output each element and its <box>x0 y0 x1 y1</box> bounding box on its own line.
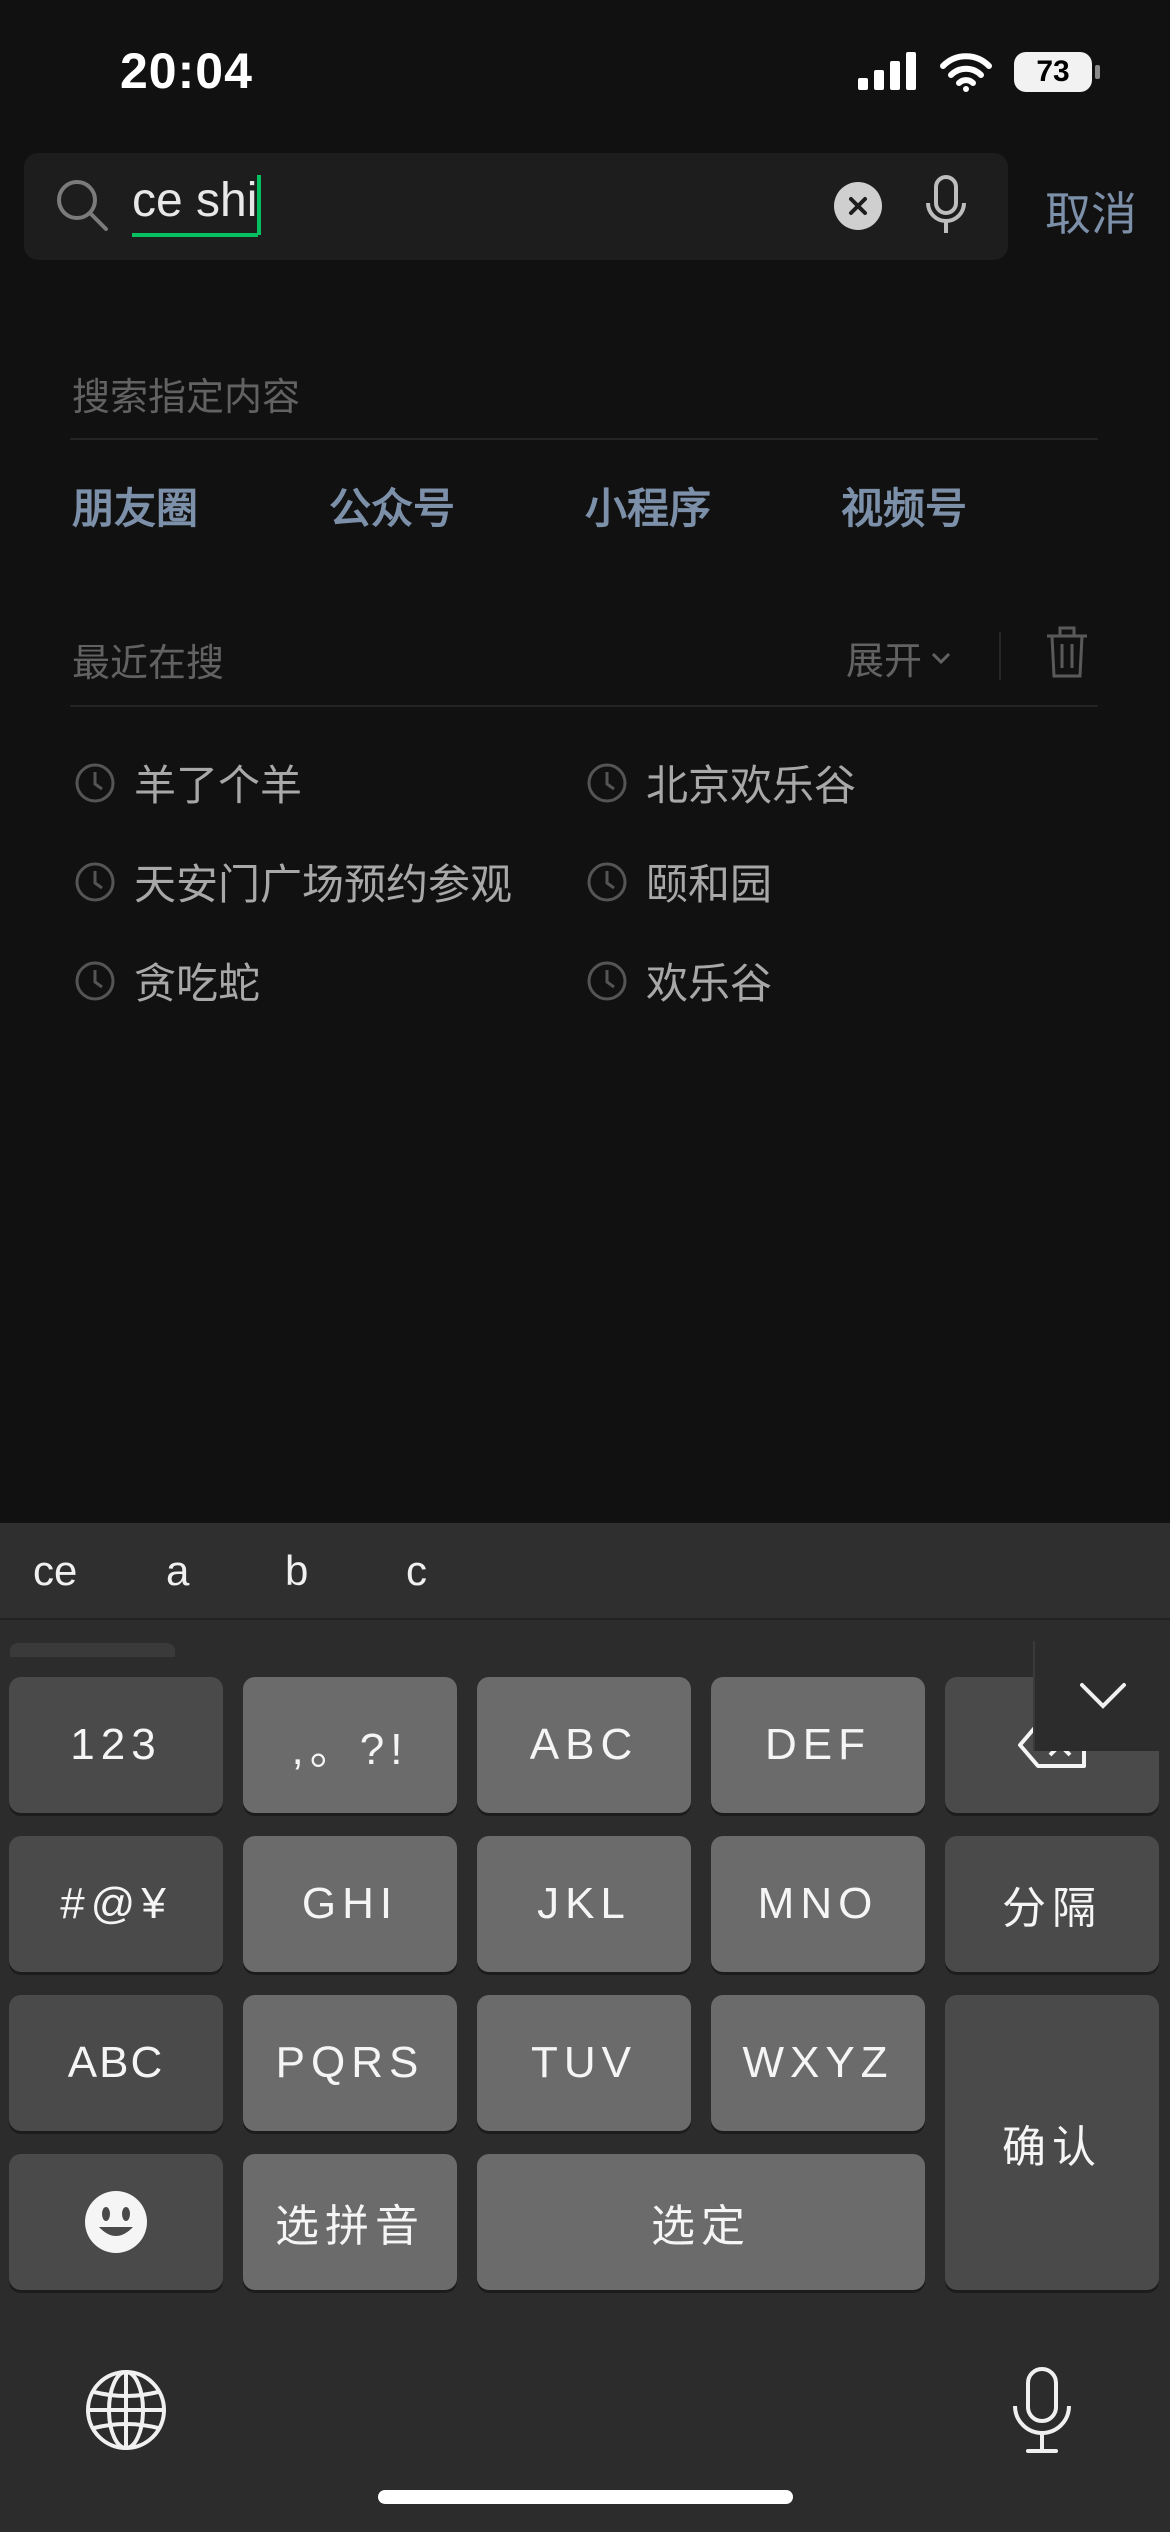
globe-icon[interactable] <box>84 2368 168 2452</box>
key-pqrs[interactable]: PQRS <box>243 1995 457 2131</box>
key-ghi[interactable]: GHI <box>243 1836 457 1972</box>
recent-item[interactable]: 羊了个羊 <box>74 752 302 813</box>
recent-item-label: 北京欢乐谷 <box>646 761 857 810</box>
expand-label: 展开 <box>846 639 923 683</box>
cellular-signal-icon <box>858 52 916 90</box>
recent-item-label: 欢乐谷 <box>646 959 773 1008</box>
category-mini-programs[interactable]: 小程序 <box>585 475 711 536</box>
clear-button[interactable] <box>834 182 882 230</box>
candidate-bar: ce a b c <box>0 1523 1170 1620</box>
key-abc[interactable]: ABC <box>477 1677 691 1813</box>
key-separator[interactable]: 分隔 <box>945 1836 1159 1972</box>
collapse-keyboard-button[interactable] <box>1033 1641 1170 1751</box>
clock-icon <box>587 961 627 1000</box>
recent-item[interactable]: 欢乐谷 <box>586 950 772 1011</box>
divider <box>70 705 1098 707</box>
key-select[interactable]: 选定 <box>477 2154 925 2290</box>
emoji-key[interactable] <box>9 2154 223 2290</box>
recent-item-label: 颐和园 <box>646 860 773 909</box>
candidate[interactable]: a <box>166 1547 189 1595</box>
cancel-button[interactable]: 取消 <box>1045 178 1137 244</box>
wifi-icon <box>940 53 992 92</box>
key-tuv[interactable]: TUV <box>477 1995 691 2131</box>
category-official-accounts[interactable]: 公众号 <box>329 475 455 536</box>
key-choose-pinyin[interactable]: 选拼音 <box>243 2154 457 2290</box>
key-jkl[interactable]: JKL <box>477 1836 691 1972</box>
composing-underline <box>132 233 258 237</box>
key-abc-mode[interactable]: ABC <box>9 1995 223 2131</box>
key-symbols[interactable]: #@¥ <box>9 1836 223 1972</box>
clock-icon <box>75 961 115 1000</box>
status-icons: 73 <box>858 52 1100 92</box>
pinyin-keyboard: ce a b c 123 ,。?! ABC DEF #@¥ GHI JKL MN… <box>0 1523 1170 2532</box>
search-query-text: ce shi <box>132 174 258 227</box>
specified-content-label: 搜索指定内容 <box>72 375 301 419</box>
key-confirm[interactable]: 确认 <box>945 1995 1159 2290</box>
key-123[interactable]: 123 <box>9 1677 223 1813</box>
recent-item-label: 羊了个羊 <box>134 761 303 810</box>
divider <box>70 438 1098 440</box>
clock-icon <box>587 862 627 901</box>
clock-icon <box>75 763 115 802</box>
text-caret <box>257 175 261 235</box>
candidate[interactable]: c <box>406 1547 427 1595</box>
recent-item[interactable]: 颐和园 <box>586 851 772 912</box>
category-moments[interactable]: 朋友圈 <box>72 475 198 536</box>
clear-icon <box>849 197 867 215</box>
scroll-handle <box>10 1643 175 1657</box>
microphone-icon[interactable] <box>924 175 968 237</box>
expand-button[interactable]: 展开 <box>846 630 952 685</box>
key-mno[interactable]: MNO <box>711 1836 925 1972</box>
candidate[interactable]: ce <box>33 1547 77 1595</box>
emoji-icon <box>85 2191 147 2253</box>
candidate[interactable]: b <box>285 1547 308 1595</box>
status-time: 20:04 <box>120 43 253 99</box>
separator <box>999 632 1001 680</box>
search-icon <box>57 180 108 231</box>
search-screen: 20:04 73 ce shi 取消 搜索指定内容 朋友圈 公众号 小程序 视频… <box>0 0 1170 2532</box>
microphone-icon[interactable] <box>1010 2366 1074 2456</box>
recent-item[interactable]: 北京欢乐谷 <box>586 752 856 813</box>
trash-icon[interactable] <box>1045 626 1089 680</box>
home-indicator[interactable] <box>378 2490 793 2504</box>
recent-searches-label: 最近在搜 <box>72 641 225 685</box>
recent-item[interactable]: 天安门广场预约参观 <box>74 851 512 912</box>
recent-item[interactable]: 贪吃蛇 <box>74 950 260 1011</box>
chevron-down-icon <box>1079 1683 1126 1709</box>
search-input[interactable]: ce shi <box>24 153 1008 260</box>
recent-item-label: 天安门广场预约参观 <box>134 860 513 909</box>
key-def[interactable]: DEF <box>711 1677 925 1813</box>
recent-item-label: 贪吃蛇 <box>134 959 261 1008</box>
key-punctuation[interactable]: ,。?! <box>243 1677 457 1813</box>
category-channels[interactable]: 视频号 <box>841 475 967 536</box>
chevron-down-icon <box>931 652 951 664</box>
battery-indicator: 73 <box>1014 52 1100 92</box>
clock-icon <box>75 862 115 901</box>
clock-icon <box>587 763 627 802</box>
key-wxyz[interactable]: WXYZ <box>711 1995 925 2131</box>
